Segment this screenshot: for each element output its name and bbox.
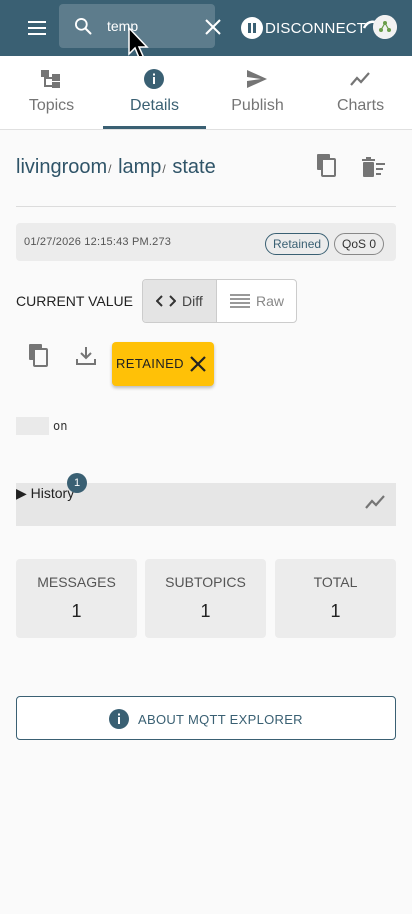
active-tab-indicator <box>103 126 206 129</box>
tab-label: Charts <box>336 97 385 114</box>
stat-value: 1 <box>71 601 82 621</box>
menu-button[interactable] <box>26 17 48 37</box>
topic-segment[interactable]: livingroom <box>16 156 107 178</box>
topic-segment[interactable]: lamp <box>118 156 161 178</box>
close-icon <box>190 356 206 372</box>
mqtt-logo-icon <box>373 15 397 39</box>
download-icon[interactable] <box>74 344 98 368</box>
stat-value: 1 <box>200 601 211 621</box>
tab-details[interactable]: Details <box>103 56 206 130</box>
close-icon[interactable] <box>203 17 223 37</box>
topics-icon <box>41 70 60 88</box>
subtopics-stat-card: SUBTOPICS 1 <box>145 559 266 638</box>
path-separator: / <box>162 162 166 176</box>
messages-stat-card: MESSAGES 1 <box>16 559 137 638</box>
view-mode-toggle: Diff Raw <box>142 279 297 323</box>
current-value-label: CURRENT VALUE <box>16 293 133 309</box>
code-icon <box>156 295 176 307</box>
retained-button[interactable]: RETAINED <box>112 342 214 386</box>
message-meta-bar: 01/27/2026 12:15:43 PM.273 Retained QoS … <box>16 223 396 261</box>
tab-bar: Topics Details Publish Charts <box>0 56 412 130</box>
raw-label: Raw <box>256 293 285 309</box>
topic-breadcrumb: livingroom/ lamp/ state <box>16 156 216 179</box>
copy-icon[interactable] <box>26 343 50 367</box>
qos-chip: QoS 0 <box>334 233 385 255</box>
app-bar: DISCONNECT <box>0 0 412 62</box>
diff-label: Diff <box>182 293 203 309</box>
disconnect-button[interactable]: DISCONNECT <box>241 16 366 40</box>
line-gutter <box>16 417 49 435</box>
send-icon <box>247 70 267 88</box>
chart-line-icon[interactable] <box>364 491 386 513</box>
disconnect-label: DISCONNECT <box>265 19 367 37</box>
total-stat-card: TOTAL 1 <box>275 559 396 638</box>
pause-icon <box>241 17 263 39</box>
path-separator: / <box>108 162 112 176</box>
diff-toggle[interactable]: Diff <box>143 280 217 322</box>
search-icon <box>75 18 92 35</box>
info-icon <box>144 69 164 89</box>
raw-toggle[interactable]: Raw <box>217 280 296 322</box>
about-label: ABOUT MQTT EXPLORER <box>138 712 303 727</box>
tab-label: Details <box>130 97 179 114</box>
stat-label: SUBTOPICS <box>165 574 246 590</box>
stat-value: 1 <box>330 601 341 621</box>
history-count-badge: 1 <box>67 473 87 493</box>
history-label: ▶ History <box>16 485 75 501</box>
stat-label: MESSAGES <box>37 574 116 590</box>
tab-charts[interactable]: Charts <box>309 56 412 130</box>
message-value: on <box>53 419 68 433</box>
chart-line-icon <box>350 72 370 86</box>
tab-label: Topics <box>28 97 75 114</box>
history-panel[interactable]: ▶ History 1 <box>16 473 396 526</box>
retained-chip: Retained <box>265 233 330 255</box>
delete-sweep-icon[interactable] <box>362 156 386 180</box>
menu-icon <box>28 21 46 23</box>
tab-publish[interactable]: Publish <box>206 56 309 130</box>
message-timestamp: 01/27/2026 12:15:43 PM.273 <box>24 236 172 248</box>
info-icon <box>109 709 129 729</box>
tab-label: Publish <box>231 97 284 114</box>
about-button[interactable]: ABOUT MQTT EXPLORER <box>16 696 396 740</box>
topic-segment[interactable]: state <box>172 156 215 178</box>
stat-label: TOTAL <box>313 574 358 590</box>
lines-icon <box>230 294 250 308</box>
divider <box>16 206 396 207</box>
retained-button-label: RETAINED <box>116 356 184 371</box>
value-viewer: on <box>16 417 396 435</box>
tab-topics[interactable]: Topics <box>0 56 103 130</box>
copy-icon[interactable] <box>314 153 338 177</box>
